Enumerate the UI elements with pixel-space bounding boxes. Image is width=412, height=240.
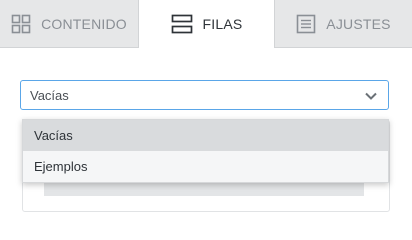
chevron-down-icon[interactable] [364,89,378,106]
tab-contenido[interactable]: CONTENIDO [0,0,138,47]
rows-icon [171,14,193,34]
option-vacias[interactable]: Vacías [23,120,388,151]
option-ejemplos[interactable]: Ejemplos [23,151,388,182]
tab-contenido-label: CONTENIDO [41,15,127,32]
tab-filas[interactable]: FILAS [138,0,275,48]
settings-list-icon [296,14,316,34]
select-value: Vacías [30,87,69,103]
tab-filas-label: FILAS [202,16,243,32]
tab-bar: CONTENIDO FILAS AJUSTES [0,0,412,48]
tab-ajustes[interactable]: AJUSTES [275,0,412,47]
grid-icon [11,14,31,34]
rows-type-select[interactable]: Vacías [20,80,389,110]
tab-ajustes-label: AJUSTES [326,15,391,32]
select-dropdown-menu: Vacías Ejemplos [22,119,389,183]
